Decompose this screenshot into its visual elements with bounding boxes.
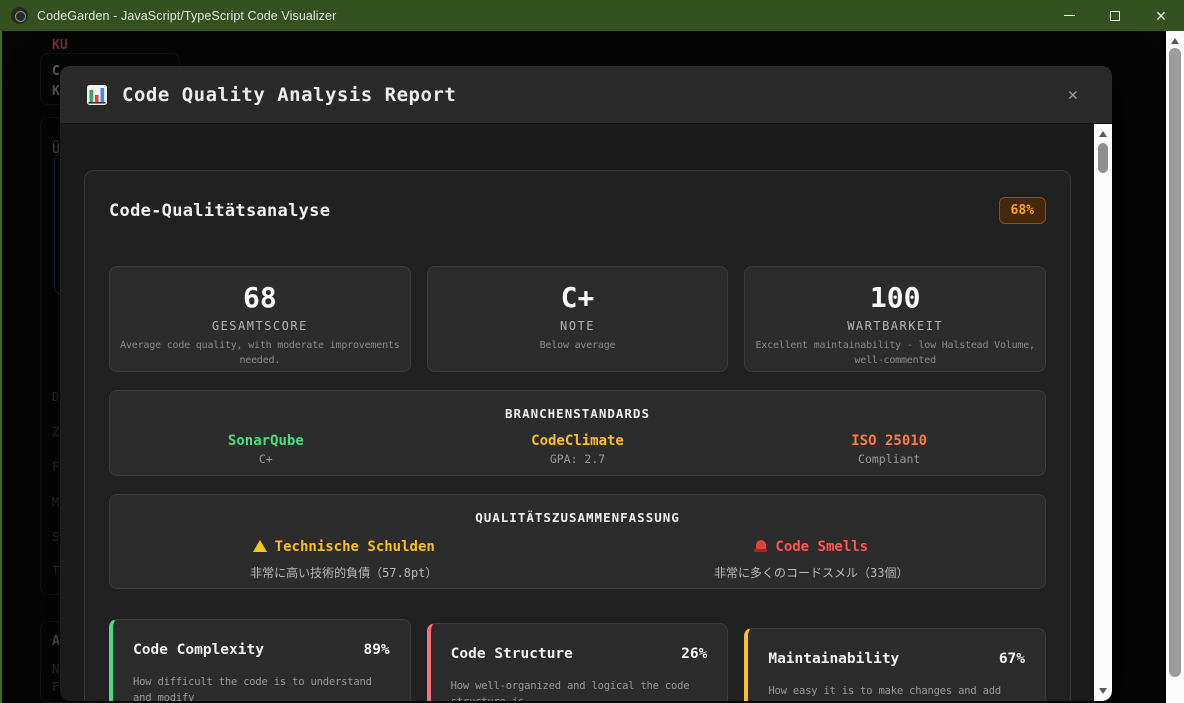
metric-description: How easy it is to make changes and add f…: [768, 683, 1025, 701]
bg-fragment: A: [52, 634, 60, 649]
standard-value: C+: [110, 452, 422, 466]
score-value: 100: [745, 283, 1045, 314]
app-logo-icon: [11, 7, 28, 24]
window-scrollbar[interactable]: [1166, 31, 1184, 703]
summary-technical-debt: Technische Schulden 非常に高い技術的負債（57.8pt）: [110, 538, 578, 581]
metrics-row: Code Complexity 89% How difficult the co…: [109, 619, 1046, 701]
bg-fragment: Ü: [52, 142, 60, 157]
standard-value: GPA: 2.7: [422, 452, 734, 466]
bar-chart-icon: [86, 84, 108, 106]
standards-title: BRANCHENSTANDARDS: [110, 406, 1045, 421]
maximize-button[interactable]: [1092, 0, 1138, 31]
summary-name-text: Code Smells: [775, 539, 868, 555]
modal-scrollbar-thumb[interactable]: [1098, 143, 1108, 173]
metric-percent: 89%: [363, 642, 389, 658]
summary-name-text: Technische Schulden: [275, 539, 435, 555]
report-panel: Code-Qualitätsanalyse 68% 68 GESAMTSCORE…: [84, 170, 1071, 701]
score-card-wartbarkeit: 100 WARTBARKEIT Excellent maintainabilit…: [744, 266, 1046, 372]
score-label: NOTE: [428, 319, 728, 333]
scroll-down-icon[interactable]: [1099, 688, 1107, 694]
overall-score-badge: 68%: [999, 197, 1046, 224]
modal-header: Code Quality Analysis Report ✕: [60, 66, 1112, 124]
minimize-icon: [1064, 15, 1075, 16]
standard-name: ISO 25010: [733, 433, 1045, 449]
titlebar: CodeGarden - JavaScript/TypeScript Code …: [0, 0, 1184, 31]
score-description: Excellent maintainability - low Halstead…: [745, 338, 1045, 368]
standard-codeclimate: CodeClimate GPA: 2.7: [422, 433, 734, 466]
standards-panel: BRANCHENSTANDARDS SonarQube C+ CodeClima…: [109, 390, 1046, 476]
bg-fragment: F: [52, 460, 59, 474]
summary-detail: 非常に高い技術的負債（57.8pt）: [110, 564, 578, 581]
bg-fragment: F: [52, 680, 59, 694]
standards-row: SonarQube C+ CodeClimate GPA: 2.7 ISO 25…: [110, 433, 1045, 466]
summary-row: Technische Schulden 非常に高い技術的負債（57.8pt） C…: [110, 538, 1045, 581]
window-title: CodeGarden - JavaScript/TypeScript Code …: [37, 9, 336, 23]
bg-fragment: C: [52, 64, 60, 79]
summary-code-smells: Code Smells 非常に多くのコードスメル（33個）: [578, 538, 1046, 581]
standard-name: SonarQube: [110, 433, 422, 449]
modal-title: Code Quality Analysis Report: [122, 84, 456, 106]
code-quality-modal: Code Quality Analysis Report ✕ Code-Qual…: [60, 66, 1112, 701]
summary-detail: 非常に多くのコードスメル（33個）: [578, 564, 1046, 581]
score-card-row: 68 GESAMTSCORE Average code quality, wit…: [109, 266, 1046, 372]
modal-body: Code-Qualitätsanalyse 68% 68 GESAMTSCORE…: [60, 124, 1112, 701]
standard-value: Compliant: [733, 452, 1045, 466]
quality-summary-panel: QUALITÄTSZUSAMMENFASSUNG Technische Schu…: [109, 494, 1046, 589]
metric-description: How well-organized and logical the code …: [451, 678, 708, 701]
bg-fragment: S: [52, 530, 59, 544]
bg-fragment: KU: [52, 38, 68, 53]
metric-description: How difficult the code is to understand …: [133, 674, 390, 701]
bg-fragment: Z: [52, 425, 59, 439]
close-window-button[interactable]: ✕: [1138, 0, 1184, 31]
metric-card-complexity: Code Complexity 89% How difficult the co…: [109, 619, 411, 701]
score-description: Average code quality, with moderate impr…: [110, 338, 410, 368]
warning-icon: [253, 540, 267, 552]
summary-name: Code Smells: [754, 539, 868, 555]
bg-fragment: N: [52, 662, 59, 676]
close-window-icon: ✕: [1155, 9, 1167, 23]
metric-percent: 26%: [681, 646, 707, 662]
score-label: GESAMTSCORE: [110, 319, 410, 333]
bg-fragment: T: [52, 564, 59, 578]
metric-name: Maintainability: [768, 651, 899, 667]
summary-name: Technische Schulden: [253, 539, 435, 555]
window-scrollbar-thumb[interactable]: [1169, 48, 1181, 677]
score-card-note: C+ NOTE Below average: [427, 266, 729, 372]
score-value: C+: [428, 283, 728, 314]
score-label: WARTBARKEIT: [745, 319, 1045, 333]
metric-head: Code Complexity 89%: [133, 642, 390, 658]
report-heading: Code-Qualitätsanalyse: [109, 201, 330, 221]
modal-scrollbar[interactable]: [1094, 124, 1112, 701]
score-card-gesamtscore: 68 GESAMTSCORE Average code quality, wit…: [109, 266, 411, 372]
modal-close-button[interactable]: ✕: [1068, 85, 1078, 105]
maximize-icon: [1110, 11, 1120, 21]
metric-head: Maintainability 67%: [768, 651, 1025, 667]
metric-percent: 67%: [999, 651, 1025, 667]
metric-name: Code Structure: [451, 646, 573, 662]
bg-fragment: M: [52, 495, 59, 509]
bg-fragment: K: [52, 84, 60, 99]
scroll-up-icon[interactable]: [1099, 131, 1107, 137]
report-head: Code-Qualitätsanalyse 68%: [109, 197, 1046, 224]
metric-card-structure: Code Structure 26% How well-organized an…: [427, 623, 729, 701]
summary-title: QUALITÄTSZUSAMMENFASSUNG: [110, 510, 1045, 525]
score-value: 68: [110, 283, 410, 314]
window-controls: ✕: [1046, 0, 1184, 31]
metric-card-maintainability: Maintainability 67% How easy it is to ma…: [744, 628, 1046, 701]
bg-fragment: D: [52, 390, 59, 404]
metric-name: Code Complexity: [133, 642, 264, 658]
siren-icon: [754, 540, 767, 552]
minimize-button[interactable]: [1046, 0, 1092, 31]
scroll-up-icon[interactable]: [1171, 38, 1179, 44]
standard-name: CodeClimate: [422, 433, 734, 449]
standard-sonarqube: SonarQube C+: [110, 433, 422, 466]
metric-head: Code Structure 26%: [451, 646, 708, 662]
score-description: Below average: [428, 338, 728, 353]
standard-iso25010: ISO 25010 Compliant: [733, 433, 1045, 466]
